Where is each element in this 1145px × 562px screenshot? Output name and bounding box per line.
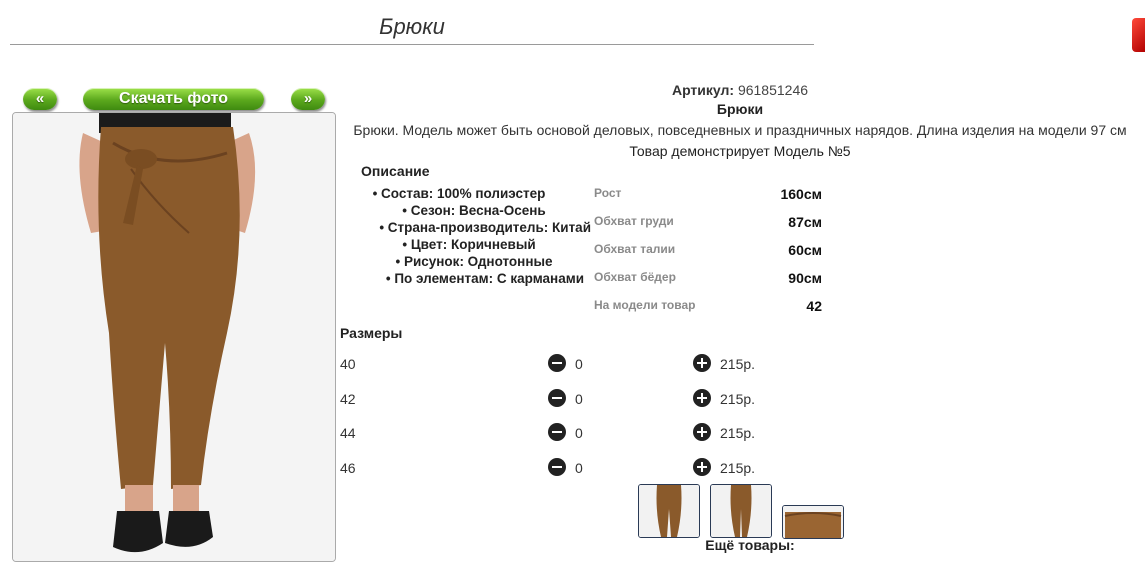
- measure-label: Обхват груди: [594, 214, 674, 228]
- thumbnail-3[interactable]: [782, 505, 844, 539]
- download-photo-button[interactable]: Скачать фото: [83, 88, 264, 110]
- next-photo-button[interactable]: »: [291, 88, 325, 110]
- size-row: 40 0 215р.: [340, 353, 840, 377]
- size-qty: 0: [575, 391, 583, 407]
- product-description: Брюки. Модель может быть основой деловых…: [353, 122, 1127, 138]
- properties-list: • Состав: 100% полиэстер • Сезон: Весна-…: [344, 185, 594, 287]
- measure-row: Обхват груди 87см: [594, 212, 822, 240]
- minus-icon[interactable]: [548, 389, 566, 407]
- page-title: Брюки: [10, 14, 814, 45]
- measure-label: Обхват бёдер: [594, 270, 676, 284]
- size-row: 46 0 215р.: [340, 457, 840, 481]
- article-value: 961851246: [737, 82, 809, 98]
- size-label: 46: [340, 460, 356, 476]
- article-line: Артикул: 961851246: [340, 82, 1140, 98]
- measure-value: 160см: [780, 186, 822, 202]
- measure-row: Обхват талии 60см: [594, 240, 822, 268]
- measure-value: 87см: [788, 214, 822, 230]
- property-item: • Рисунок: Однотонные: [395, 254, 553, 269]
- plus-icon[interactable]: [693, 458, 711, 476]
- description-title: Описание: [361, 163, 430, 179]
- size-qty: 0: [575, 356, 583, 372]
- article-label: Артикул:: [671, 82, 735, 98]
- close-icon[interactable]: [1132, 18, 1145, 52]
- size-row: 44 0 215р.: [340, 422, 840, 446]
- prev-photo-button[interactable]: «: [23, 88, 57, 110]
- measure-label: На модели товар: [594, 298, 696, 312]
- measure-row: Рост 160см: [594, 184, 822, 212]
- size-row: 42 0 215р.: [340, 388, 840, 412]
- measure-value: 60см: [788, 242, 822, 258]
- property-item: • Сезон: Весна-Осень: [402, 203, 546, 218]
- thumbnail-2[interactable]: [710, 484, 772, 538]
- property-item: • Страна-производитель: Китай: [379, 220, 591, 235]
- size-label: 44: [340, 425, 356, 441]
- thumbnail-1[interactable]: [638, 484, 700, 538]
- property-item: • По элементам: С карманами: [385, 271, 584, 286]
- plus-icon[interactable]: [693, 423, 711, 441]
- measure-row: На модели товар 42: [594, 296, 822, 324]
- size-qty: 0: [575, 460, 583, 476]
- plus-icon[interactable]: [693, 389, 711, 407]
- size-label: 42: [340, 391, 356, 407]
- property-item: • Состав: 100% полиэстер: [372, 186, 546, 201]
- model-measurements: Рост 160см Обхват груди 87см Обхват тали…: [594, 184, 822, 324]
- plus-icon[interactable]: [693, 354, 711, 372]
- size-label: 40: [340, 356, 356, 372]
- product-name: Брюки: [716, 101, 764, 117]
- size-price: 215р.: [720, 460, 756, 476]
- more-products-label: Ещё товары:: [705, 537, 795, 553]
- size-price: 215р.: [720, 356, 756, 372]
- size-qty: 0: [575, 425, 583, 441]
- minus-icon[interactable]: [548, 458, 566, 476]
- model-line: Товар демонстрирует Модель №5: [629, 143, 851, 159]
- measure-label: Обхват талии: [594, 242, 676, 256]
- size-price: 215р.: [720, 391, 756, 407]
- measure-label: Рост: [594, 186, 622, 200]
- size-price: 215р.: [720, 425, 756, 441]
- sizes-title: Размеры: [340, 325, 403, 341]
- measure-row: Обхват бёдер 90см: [594, 268, 822, 296]
- minus-icon[interactable]: [548, 423, 566, 441]
- minus-icon[interactable]: [548, 354, 566, 372]
- measure-value: 90см: [788, 270, 822, 286]
- product-photo: [12, 112, 336, 562]
- property-item: • Цвет: Коричневый: [402, 237, 536, 252]
- measure-value: 42: [806, 298, 822, 314]
